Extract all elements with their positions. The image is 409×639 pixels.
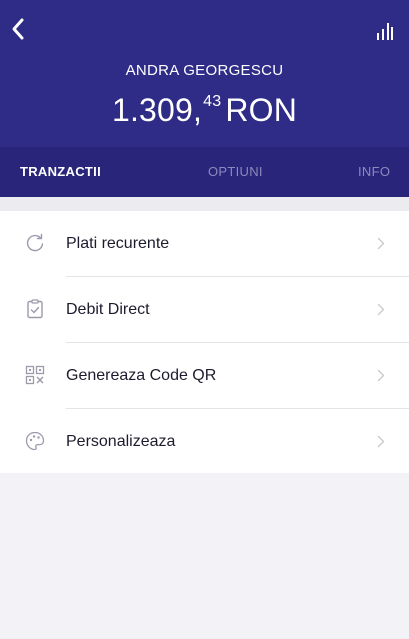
options-list: Plati recurente Debit Direct Genereaza C… — [0, 211, 409, 473]
list-item-label: Genereaza Code QR — [66, 367, 217, 384]
tab-info[interactable]: INFO — [358, 147, 390, 197]
chevron-right-icon — [377, 237, 385, 250]
chevron-right-icon — [377, 435, 385, 448]
statistics-button[interactable] — [375, 20, 395, 42]
account-header: ANDRA GEORGESCU 1.309,43 RON — [0, 0, 409, 147]
chevron-right-icon — [377, 303, 385, 316]
account-balance: 1.309,43 RON — [0, 92, 409, 129]
list-item-plati-recurente[interactable]: Plati recurente — [0, 211, 409, 277]
tab-optiuni[interactable]: OPTIUNI — [208, 147, 263, 197]
clipboard-check-icon — [27, 299, 43, 319]
list-item-label: Personalizeaza — [66, 433, 176, 450]
empty-area — [0, 473, 409, 639]
list-item-debit-direct[interactable]: Debit Direct — [0, 277, 409, 343]
tab-bar: TRANZACTII OPTIUNI INFO — [0, 147, 409, 197]
palette-icon — [25, 431, 45, 451]
chevron-left-icon — [12, 18, 24, 40]
balance-currency: RON — [225, 92, 298, 128]
list-item-genereaza-code-qr[interactable]: Genereaza Code QR — [0, 343, 409, 409]
list-item-label: Debit Direct — [66, 301, 150, 318]
refresh-icon — [26, 233, 44, 252]
balance-decimals: 43 — [203, 93, 222, 110]
balance-integer: 1.309, — [111, 92, 203, 128]
tab-tranzactii[interactable]: TRANZACTII — [20, 147, 101, 197]
list-item-personalizeaza[interactable]: Personalizeaza — [0, 409, 409, 475]
bar-chart-icon — [377, 23, 393, 40]
back-button[interactable] — [6, 14, 36, 44]
chevron-right-icon — [377, 369, 385, 382]
qr-code-icon — [25, 365, 45, 385]
section-spacer — [0, 197, 409, 211]
account-owner-name: ANDRA GEORGESCU — [125, 62, 284, 79]
list-item-label: Plati recurente — [66, 235, 170, 252]
